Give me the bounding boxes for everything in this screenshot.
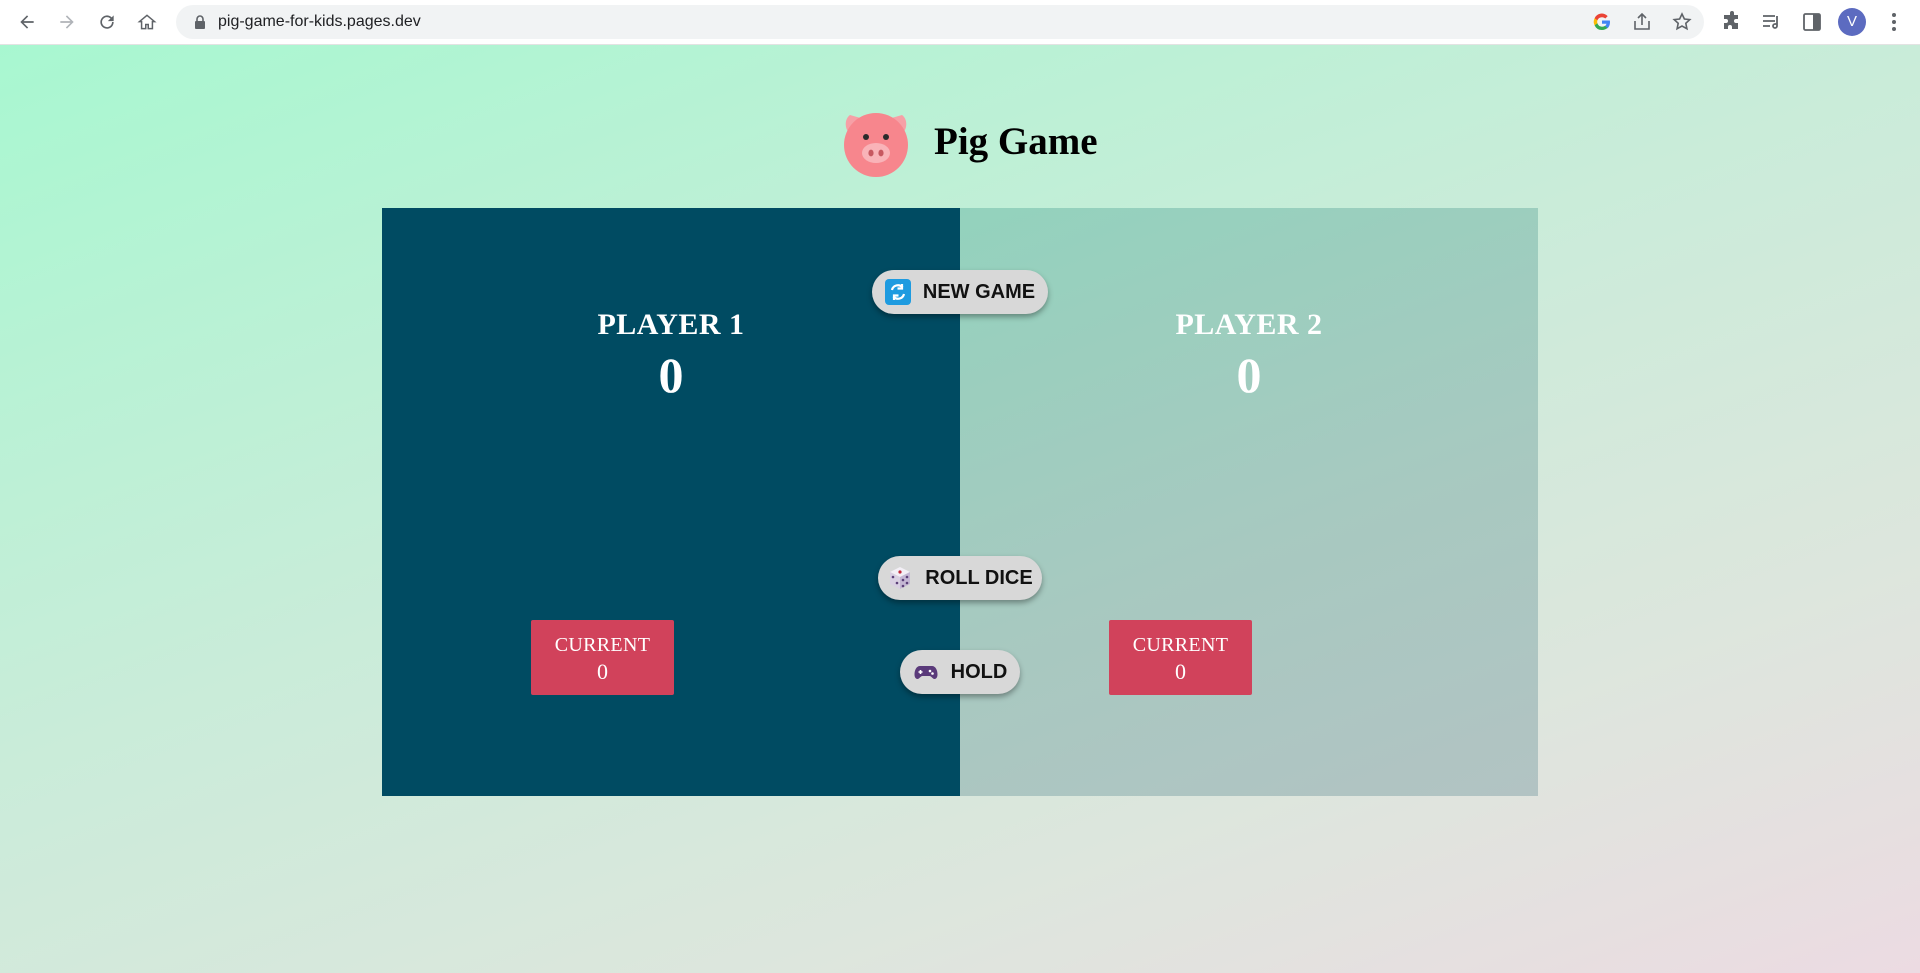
hold-label: HOLD	[950, 660, 1008, 683]
google-icon[interactable]	[1592, 12, 1612, 32]
player-1-name: PLAYER 1	[597, 308, 745, 341]
reading-list-icon[interactable]	[1760, 10, 1784, 34]
forward-icon[interactable]	[52, 7, 82, 37]
new-game-button[interactable]: NEW GAME	[872, 270, 1048, 314]
menu-icon[interactable]	[1882, 10, 1906, 34]
profile-avatar[interactable]: V	[1838, 8, 1866, 36]
address-bar[interactable]: pig-game-for-kids.pages.dev	[176, 5, 1704, 39]
page-header: Pig Game	[840, 106, 1098, 177]
player-2-current-box: CURRENT 0	[1109, 620, 1252, 695]
dice-icon	[890, 567, 911, 589]
player-2-score: 0	[1236, 347, 1262, 403]
roll-dice-button[interactable]: ROLL DICE	[878, 556, 1042, 600]
player-1-score: 0	[658, 347, 684, 403]
player-1-current-value: 0	[597, 659, 608, 684]
extensions-icon[interactable]	[1720, 10, 1744, 34]
refresh-icon	[884, 279, 911, 305]
url-text: pig-game-for-kids.pages.dev	[218, 13, 421, 30]
lock-icon[interactable]	[192, 14, 208, 30]
back-icon[interactable]	[12, 7, 42, 37]
side-panel-icon[interactable]	[1800, 10, 1824, 34]
page-title: Pig Game	[934, 119, 1098, 163]
reload-icon[interactable]	[92, 7, 122, 37]
share-icon[interactable]	[1632, 12, 1652, 32]
player-1-current-box: CURRENT 0	[531, 620, 674, 695]
gamepad-icon	[914, 666, 938, 679]
star-icon[interactable]	[1672, 12, 1692, 32]
home-icon[interactable]	[132, 7, 162, 37]
player-1-current-label: CURRENT	[554, 634, 651, 656]
player-2-name: PLAYER 2	[1175, 308, 1323, 341]
roll-dice-label: ROLL DICE	[925, 566, 1033, 589]
player-2-current-label: CURRENT	[1132, 634, 1229, 656]
browser-toolbar: pig-game-for-kids.pages.dev V	[0, 0, 1920, 45]
new-game-label: NEW GAME	[922, 280, 1036, 303]
pig-face-icon	[844, 113, 908, 177]
player-2-current-value: 0	[1175, 659, 1186, 684]
hold-button[interactable]: HOLD	[900, 650, 1020, 694]
